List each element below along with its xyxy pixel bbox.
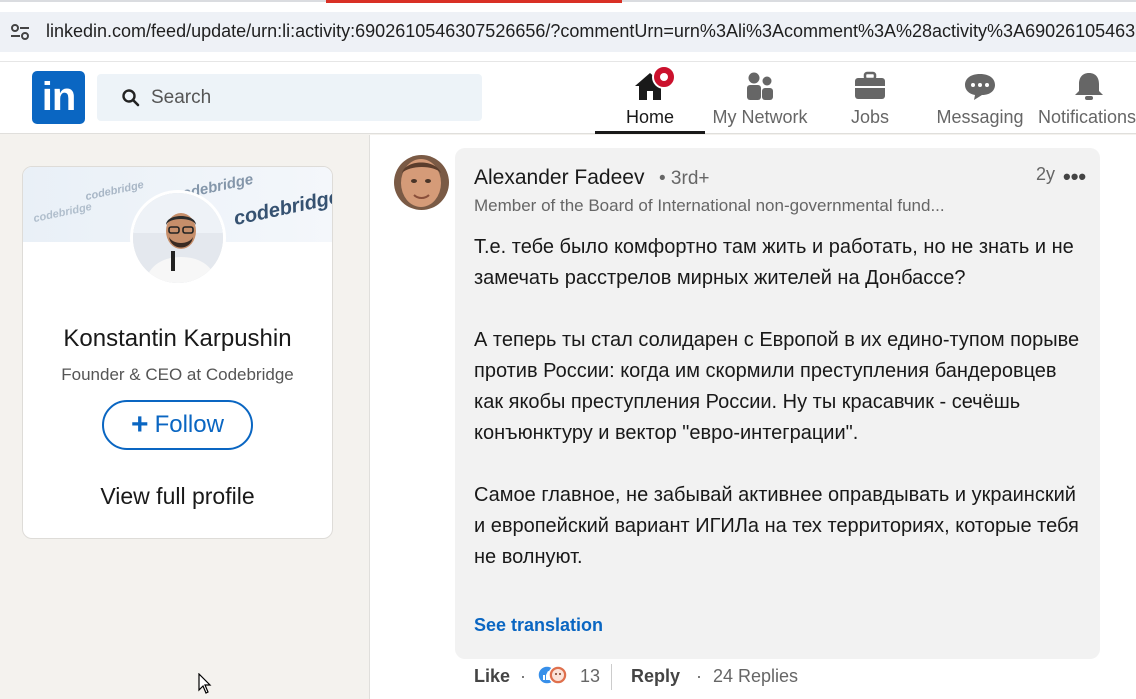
nav-notifications-label: Notifications bbox=[1038, 107, 1136, 127]
top-navigation: in Home My Network Jobs bbox=[0, 62, 1136, 134]
reactions-icon[interactable] bbox=[536, 663, 570, 687]
nav-home[interactable]: Home bbox=[595, 62, 705, 134]
nav-home-label: Home bbox=[625, 107, 674, 127]
person-photo-icon bbox=[133, 193, 223, 283]
nav-jobs[interactable]: Jobs bbox=[815, 62, 925, 134]
page-load-indicator bbox=[326, 0, 622, 3]
comment-paragraph: Самое главное, не забывай активнее оправ… bbox=[474, 484, 1079, 568]
nav-messaging-label: Messaging bbox=[936, 107, 1024, 127]
active-tab-indicator bbox=[595, 131, 705, 134]
separator-dot: · bbox=[696, 666, 702, 686]
url-text[interactable]: linkedin.com/feed/update/urn:li:activity… bbox=[46, 21, 1136, 42]
nav-my-network-label: My Network bbox=[712, 107, 808, 127]
search-icon bbox=[122, 89, 140, 107]
notification-badge bbox=[652, 65, 676, 89]
banner-brand-text: codebridge bbox=[231, 186, 333, 230]
separator-dot: · bbox=[520, 666, 526, 686]
reply-button[interactable]: Reply bbox=[631, 666, 680, 687]
more-options-icon[interactable]: ••• bbox=[1063, 164, 1086, 190]
view-full-profile-link[interactable]: View full profile bbox=[23, 483, 332, 510]
commenter-avatar[interactable] bbox=[394, 155, 449, 210]
profile-name[interactable]: Konstantin Karpushin bbox=[23, 325, 332, 353]
action-divider bbox=[611, 664, 612, 690]
reactions-count[interactable]: 13 bbox=[580, 666, 600, 687]
profile-card: codebridge codebridge codebridge codebri… bbox=[22, 166, 333, 539]
briefcase-icon bbox=[855, 71, 885, 99]
comment-paragraph: А теперь ты стал солидарен с Европой в и… bbox=[474, 329, 1080, 444]
connection-degree: • 3rd+ bbox=[659, 168, 710, 189]
search-input[interactable] bbox=[151, 74, 471, 121]
comment-text: Т.е. тебе было комфортно там жить и рабо… bbox=[474, 232, 1089, 573]
network-icon bbox=[747, 72, 773, 100]
nav-my-network[interactable]: My Network bbox=[705, 62, 815, 134]
person-photo-icon bbox=[394, 155, 449, 210]
banner-watermark: codebridge bbox=[84, 178, 145, 204]
browser-address-bar: linkedin.com/feed/update/urn:li:activity… bbox=[0, 0, 1136, 62]
banner-watermark: codebridge bbox=[32, 200, 93, 226]
author-headline: Member of the Board of International non… bbox=[474, 196, 945, 215]
follow-button[interactable]: + Follow bbox=[102, 400, 253, 450]
comment-author-name[interactable]: Alexander Fadeev bbox=[474, 166, 644, 190]
follow-label: Follow bbox=[154, 411, 224, 438]
nav-notifications[interactable]: Notifications bbox=[1035, 62, 1136, 134]
linkedin-logo[interactable]: in bbox=[32, 71, 85, 124]
nav-messaging[interactable]: Messaging bbox=[925, 62, 1035, 134]
comment-paragraph: Т.е. тебе было комфортно там жить и рабо… bbox=[474, 236, 1074, 289]
bell-icon bbox=[1075, 73, 1103, 100]
see-translation-link[interactable]: See translation bbox=[474, 615, 603, 636]
comment-timestamp: 2y bbox=[1036, 164, 1056, 184]
site-settings-icon[interactable] bbox=[10, 23, 30, 41]
profile-title: Founder & CEO at Codebridge bbox=[61, 365, 294, 384]
chat-icon bbox=[965, 74, 995, 100]
replies-count-link[interactable]: 24 Replies bbox=[713, 666, 798, 687]
nav-jobs-label: Jobs bbox=[850, 107, 890, 127]
mouse-cursor-icon bbox=[198, 673, 212, 694]
search-box[interactable] bbox=[97, 74, 482, 121]
profile-avatar[interactable] bbox=[130, 190, 226, 286]
plus-icon: + bbox=[131, 408, 149, 441]
like-button[interactable]: Like bbox=[474, 666, 510, 687]
